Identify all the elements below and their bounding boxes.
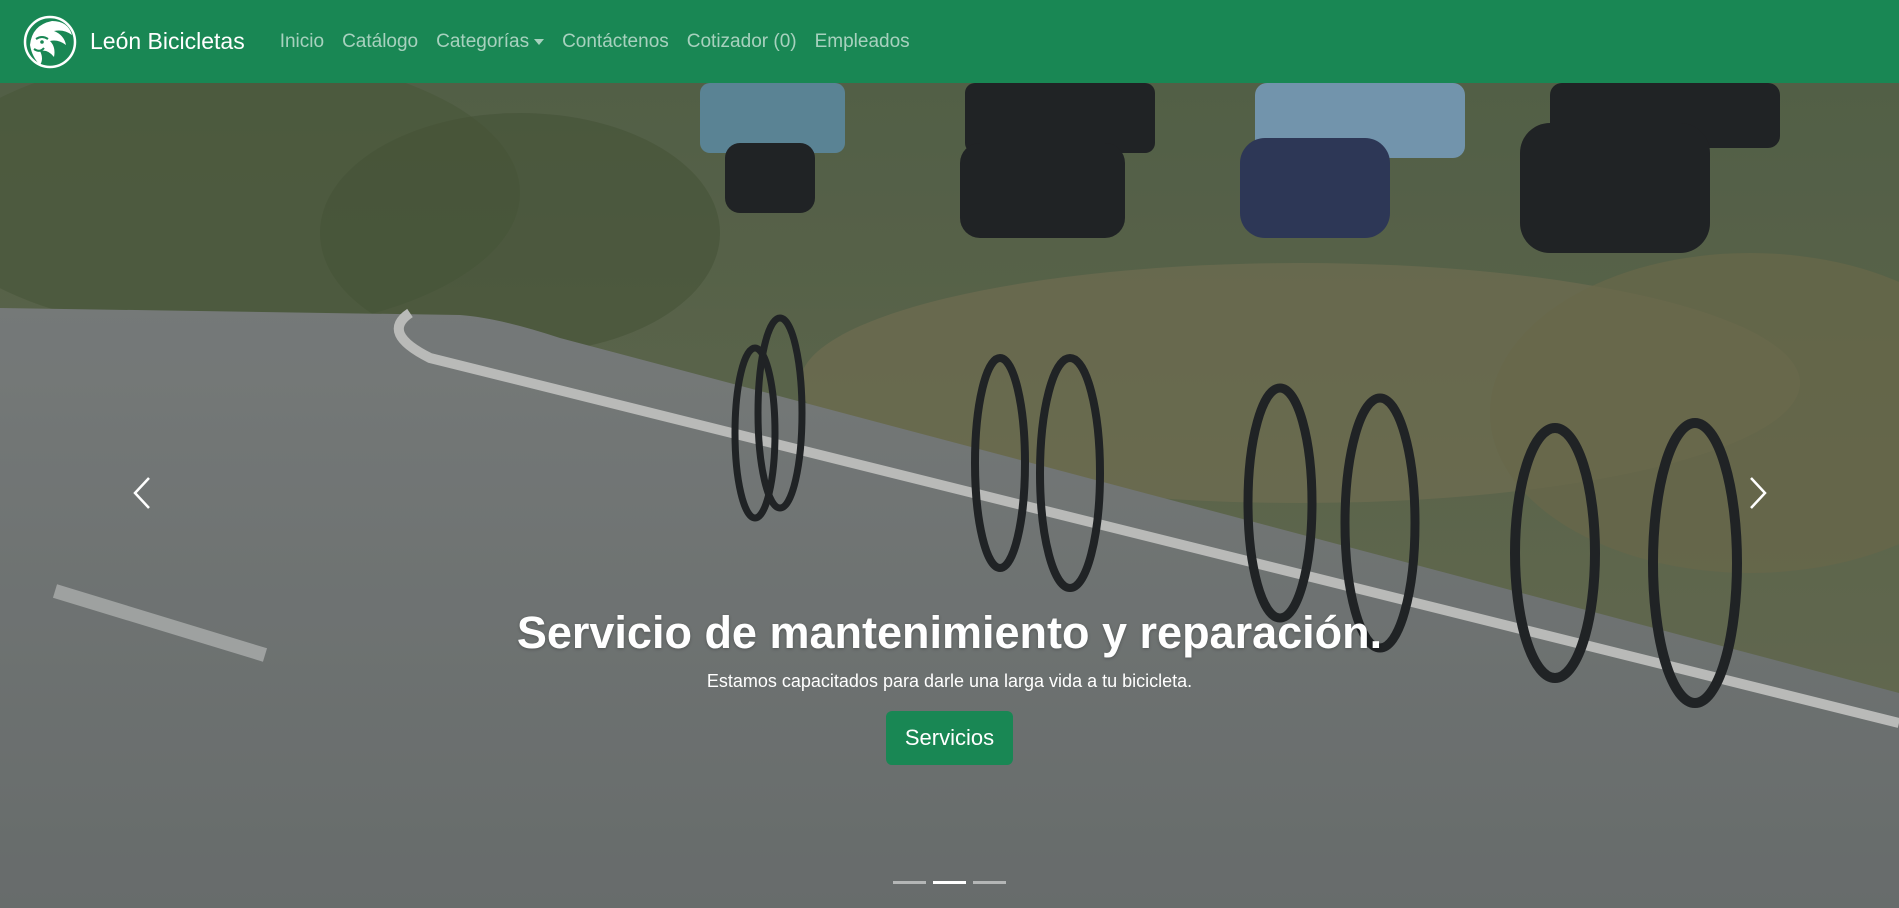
carousel-next-button[interactable] (1728, 453, 1788, 533)
nav-dropdown-label: Categorías (436, 30, 530, 52)
servicios-button[interactable]: Servicios (885, 710, 1014, 765)
carousel-indicators (0, 877, 1899, 888)
nav-dropdown-categorias[interactable]: Categorías (427, 31, 553, 53)
navbar: León Bicicletas Inicio Catálogo Categorí… (0, 0, 1899, 83)
nav-link-inicio[interactable]: Inicio (271, 31, 333, 53)
caption-text: Estamos capacitados para darle una larga… (706, 670, 1193, 691)
hero-carousel: Servicio de mantenimiento y reparación. … (0, 83, 1899, 908)
chevron-right-icon (1750, 477, 1767, 509)
lion-head-icon (23, 15, 77, 68)
carousel-caption: Servicio de mantenimiento y reparación. … (0, 608, 1899, 765)
nav-links: Inicio Catálogo Categorías Contáctenos C… (271, 0, 919, 83)
nav-link-contactenos[interactable]: Contáctenos (553, 31, 678, 53)
chevron-left-icon (133, 477, 150, 509)
road-cyclists-photo (0, 83, 1899, 908)
carousel-indicator[interactable] (973, 877, 1006, 888)
nav-link-empleados[interactable]: Empleados (806, 31, 919, 53)
carousel-indicator[interactable] (893, 877, 926, 888)
nav-link-cotizador[interactable]: Cotizador (0) (678, 31, 806, 53)
caption-title: Servicio de mantenimiento y reparación. (516, 607, 1383, 658)
carousel-indicator-active[interactable] (933, 877, 966, 888)
nav-link-catalogo[interactable]: Catálogo (333, 31, 427, 53)
caret-down-icon (534, 38, 545, 45)
carousel-prev-button[interactable] (112, 453, 172, 533)
brand-link[interactable]: León Bicicletas (20, 15, 271, 69)
brand-name: León Bicicletas (90, 28, 245, 54)
